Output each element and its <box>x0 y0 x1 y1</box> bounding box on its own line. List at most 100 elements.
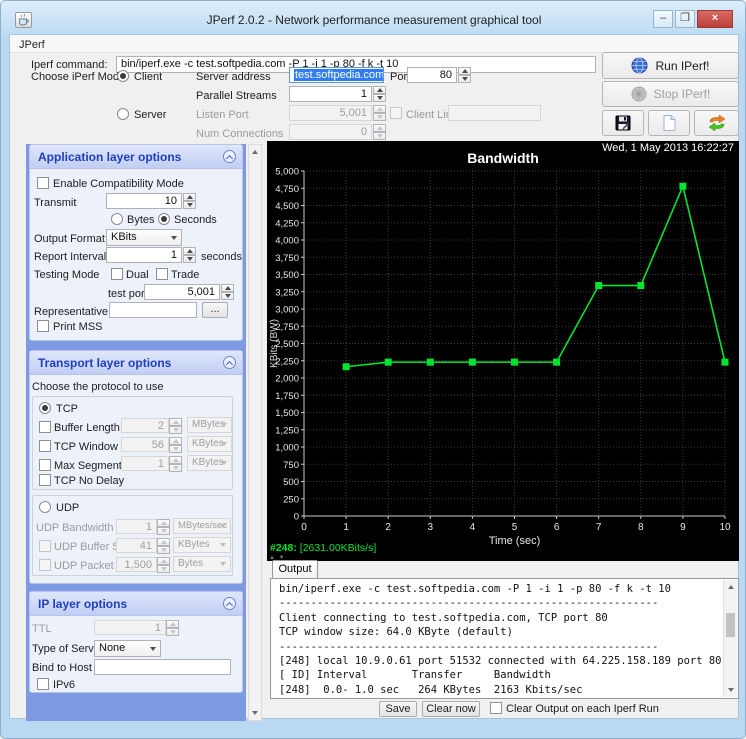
udp-radio[interactable] <box>39 501 51 513</box>
window-frame: JPerf 2.0.2 - Network performance measur… <box>0 0 746 739</box>
blank-document-icon <box>661 114 677 132</box>
minimize-button[interactable]: – <box>653 10 673 28</box>
port-field[interactable]: 80 <box>407 67 457 83</box>
scroll-up-icon[interactable] <box>724 580 737 594</box>
representative-file-field[interactable] <box>109 302 197 318</box>
scrollbar-thumb[interactable] <box>726 613 735 637</box>
tcp-no-delay-label: TCP No Delay <box>54 475 124 487</box>
bytes-radio[interactable] <box>111 213 123 225</box>
compat-mode-checkbox[interactable] <box>37 177 49 189</box>
spin-down-icon <box>157 546 170 554</box>
output-line: [ ID] Interval Transfer Bandwidth <box>279 668 713 682</box>
scroll-down-icon[interactable] <box>249 706 261 720</box>
tab-output[interactable]: Output <box>272 560 318 579</box>
reload-toolbar-button[interactable] <box>694 110 739 136</box>
port-spinner[interactable] <box>458 67 471 83</box>
tcp-window-size-checkbox[interactable] <box>39 440 51 452</box>
spin-down-icon <box>157 565 170 573</box>
dual-checkbox[interactable] <box>111 268 123 280</box>
listen-port-field: 5,001 <box>289 105 372 121</box>
window-title: JPerf 2.0.2 - Network performance measur… <box>1 13 746 27</box>
chart-legend: #248: [2631.00KBits/s] <box>270 542 376 554</box>
bandwidth-chart: Wed, 1 May 2013 16:22:27 Bandwidth 02505… <box>267 141 739 561</box>
ipv6-label: IPv6 <box>53 679 75 691</box>
transmit-field[interactable]: 10 <box>106 193 182 209</box>
bind-to-host-field[interactable] <box>94 659 231 675</box>
menu-jperf[interactable]: JPerf <box>10 37 54 51</box>
udp-buffer-size-checkbox <box>39 540 51 552</box>
spin-down-icon[interactable] <box>221 292 234 300</box>
scroll-down-icon[interactable] <box>724 683 737 697</box>
compat-mode-label: Enable Compatibility Mode <box>53 178 184 190</box>
run-iperf-label: Run IPerf! <box>655 59 709 73</box>
report-interval-spinner[interactable] <box>183 247 196 263</box>
svg-text:2: 2 <box>385 522 391 533</box>
spin-up-icon[interactable] <box>221 284 234 292</box>
selected-text: test.softpedia.com <box>294 69 384 81</box>
report-interval-label: Report Interval <box>34 251 106 263</box>
spin-up-icon[interactable] <box>373 86 386 94</box>
test-port-spinner[interactable] <box>221 284 234 300</box>
close-button[interactable]: × <box>697 10 733 28</box>
run-iperf-button[interactable]: Run IPerf! <box>602 52 739 79</box>
collapse-panel-icon[interactable] <box>223 356 236 369</box>
client-mode-radio[interactable] <box>117 70 129 82</box>
svg-text:1,000: 1,000 <box>275 443 299 454</box>
report-interval-field[interactable]: 1 <box>106 247 182 263</box>
transmit-label: Transmit <box>34 197 76 209</box>
spin-down-icon[interactable] <box>373 94 386 102</box>
svg-text:8: 8 <box>638 522 644 533</box>
spin-down-icon[interactable] <box>458 75 471 83</box>
output-text[interactable]: bin/iperf.exe -c test.softpedia.com -P 1… <box>279 582 713 697</box>
output-line: [248] 0.0- 1.0 sec 264 KBytes 2163 Kbits… <box>279 683 713 697</box>
seconds-radio[interactable] <box>158 213 170 225</box>
output-scrollbar[interactable] <box>723 580 737 697</box>
clear-output-label: Clear Output on each Iperf Run <box>506 703 659 715</box>
client-limit-checkbox <box>390 107 402 119</box>
browse-button[interactable]: ... <box>202 302 228 318</box>
udp-packet-size-spinner <box>157 557 170 573</box>
test-port-label: test port <box>108 288 148 300</box>
spin-up-icon[interactable] <box>183 247 196 255</box>
buffer-length-checkbox[interactable] <box>39 421 51 433</box>
server-address-field[interactable]: test.softpedia.com <box>289 67 384 83</box>
save-toolbar-button[interactable] <box>602 110 644 136</box>
spin-down-icon[interactable] <box>183 255 196 263</box>
transmit-spinner[interactable] <box>183 193 196 209</box>
output-format-combo[interactable]: KBits <box>106 229 182 246</box>
spin-down-icon <box>157 527 170 535</box>
trade-checkbox[interactable] <box>156 268 168 280</box>
parallel-streams-field[interactable]: 1 <box>289 86 372 102</box>
svg-text:0: 0 <box>294 512 299 523</box>
test-port-field[interactable]: 5,001 <box>144 284 220 300</box>
print-mss-checkbox[interactable] <box>37 320 49 332</box>
options-scrollbar[interactable] <box>248 144 262 721</box>
spin-up-icon[interactable] <box>183 193 196 201</box>
spin-up-icon <box>373 124 386 132</box>
udp-buffer-size-spinner <box>157 538 170 554</box>
spin-down-icon[interactable] <box>183 201 196 209</box>
server-mode-radio[interactable] <box>117 108 129 120</box>
max-segment-size-checkbox[interactable] <box>39 459 51 471</box>
collapse-panel-icon[interactable] <box>223 597 236 610</box>
tcp-no-delay-checkbox[interactable] <box>39 474 51 486</box>
clear-output-toolbar-button[interactable] <box>648 110 690 136</box>
tcp-radio[interactable] <box>39 402 51 414</box>
maximize-button[interactable]: ❐ <box>675 10 695 28</box>
udp-label: UDP <box>56 502 79 514</box>
svg-text:9: 9 <box>680 522 686 533</box>
save-button[interactable]: Save <box>379 701 417 717</box>
spin-down-icon <box>169 445 182 453</box>
ipv6-checkbox[interactable] <box>37 678 49 690</box>
protocol-label: Choose the protocol to use <box>32 381 163 393</box>
tos-combo[interactable]: None <box>94 640 161 657</box>
collapse-panel-icon[interactable] <box>223 150 236 163</box>
clear-now-button[interactable]: Clear now <box>422 701 480 717</box>
clear-output-checkbox[interactable] <box>490 702 502 714</box>
spin-up-icon[interactable] <box>458 67 471 75</box>
scroll-up-icon[interactable] <box>249 145 261 159</box>
svg-text:5,000: 5,000 <box>275 167 299 178</box>
parallel-streams-spinner[interactable] <box>373 86 386 102</box>
chart-plot: 02505007501,0001,2501,5001,7502,0002,250… <box>267 141 739 561</box>
server-address-label: Server address <box>196 71 271 83</box>
